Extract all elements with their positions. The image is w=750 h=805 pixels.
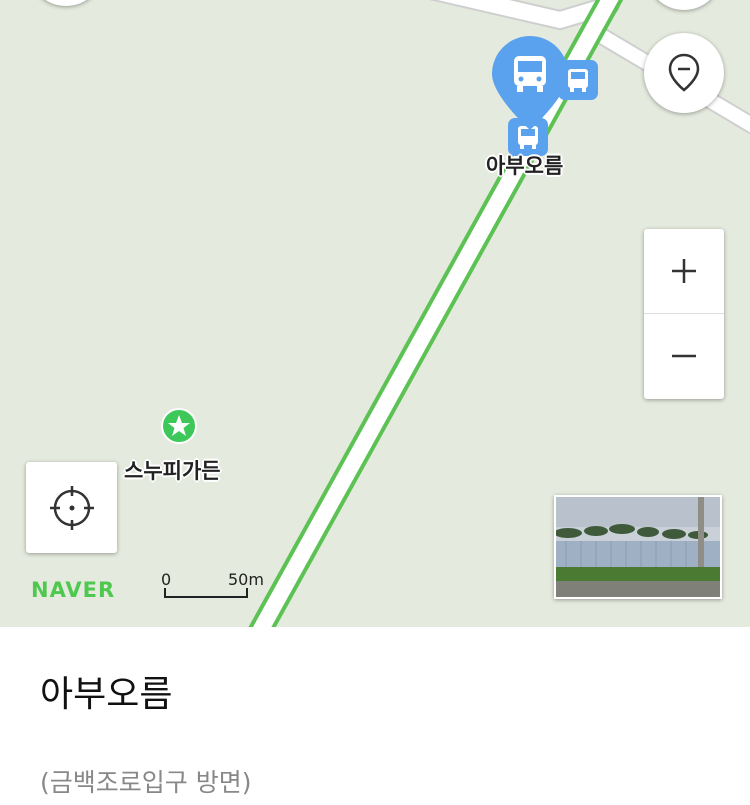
plus-icon [672, 259, 696, 283]
current-location-button[interactable] [26, 462, 117, 553]
minus-icon [672, 354, 696, 358]
scale-start-label: 0 [161, 570, 172, 589]
bus-stop-label[interactable]: 아부오름 [486, 150, 563, 180]
place-direction: (금백조로입구 방면) [40, 768, 252, 797]
place-info-sheet[interactable]: 아부오름 (금백조로입구 방면) [0, 627, 750, 805]
scale-bar: 0 50m [161, 570, 271, 602]
zoom-control [644, 229, 724, 399]
naver-logo: NAVER [31, 578, 116, 602]
place-title: 아부오름 [40, 674, 173, 715]
scale-end-label: 50m [228, 570, 264, 589]
poi-label[interactable]: 스누피가든 [124, 455, 221, 485]
zoom-in-button[interactable] [644, 229, 724, 313]
street-view-photo [556, 497, 720, 597]
street-view-thumbnail[interactable] [554, 495, 722, 599]
zoom-out-button[interactable] [644, 314, 724, 398]
location-pin-button[interactable] [644, 33, 724, 113]
star-icon[interactable] [161, 408, 197, 444]
bus-marker-icon[interactable] [490, 34, 570, 134]
map-view[interactable]: 아부오름 스누피가든 NAVER 0 50m [0, 0, 750, 627]
crosshair-icon [49, 485, 94, 530]
location-pin-icon [668, 53, 700, 92]
scale-line [164, 588, 248, 598]
